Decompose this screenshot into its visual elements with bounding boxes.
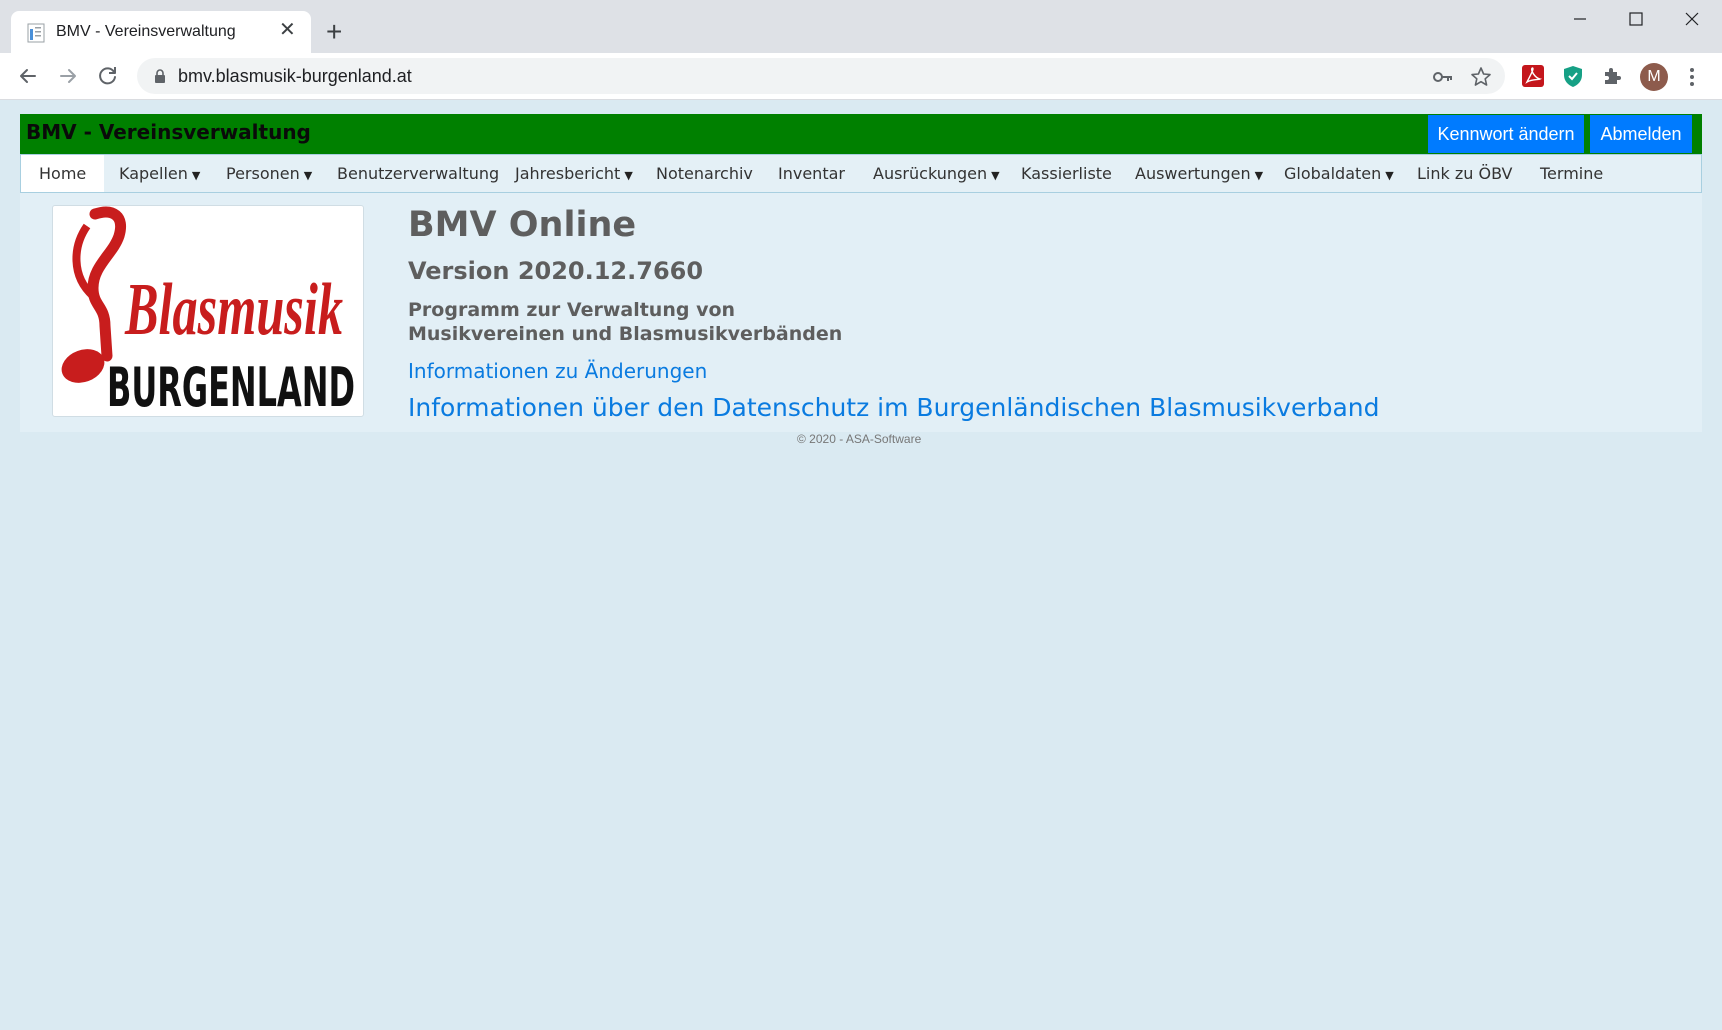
- back-arrow-icon[interactable]: [15, 63, 41, 89]
- copyright-text: © 2020 - ASA-Software: [797, 432, 922, 446]
- new-tab-button[interactable]: +: [326, 18, 342, 46]
- change-password-button[interactable]: Kennwort ändern: [1428, 115, 1584, 153]
- version-text: Version 2020.12.7660: [408, 257, 704, 285]
- nav-item-label: Inventar: [778, 164, 845, 183]
- caret-down-icon: ▼: [1385, 169, 1394, 182]
- tab-title: BMV - Vereinsverwaltung: [56, 23, 236, 40]
- privacy-info-link[interactable]: Informationen über den Datenschutz im Bu…: [408, 393, 1380, 422]
- nav-item-label: Ausrückungen: [873, 164, 988, 183]
- logout-button[interactable]: Abmelden: [1590, 115, 1692, 153]
- nav-item-globaldaten[interactable]: Globaldaten ▼: [1284, 155, 1394, 192]
- lock-icon[interactable]: [153, 68, 167, 84]
- nav-item-label: Termine: [1540, 164, 1604, 183]
- browser-titlebar: BMV - Vereinsverwaltung ✕ +: [0, 0, 1722, 53]
- page-body: BMV - Vereinsverwaltung Kennwort ändern …: [0, 100, 1722, 1030]
- extensions-puzzle-icon[interactable]: [1601, 64, 1625, 88]
- reload-icon[interactable]: [95, 63, 121, 89]
- nav-item-inventar[interactable]: Inventar: [778, 155, 845, 192]
- shield-extension-icon[interactable]: [1561, 64, 1585, 88]
- nav-item-ausrueckungen[interactable]: Ausrückungen ▼: [873, 155, 1000, 192]
- main-navbar: Home Kapellen ▼ Personen ▼ Benutzerverwalt…: [20, 154, 1702, 193]
- description-line-1: Programm zur Verwaltung von: [408, 299, 736, 321]
- logo-text-top: Blasmusik: [124, 269, 343, 351]
- tab-close-icon[interactable]: ✕: [279, 20, 296, 40]
- nav-item-label: Personen: [226, 164, 300, 183]
- caret-down-icon: ▼: [191, 169, 201, 182]
- address-bar[interactable]: bmv.blasmusik-burgenland.at: [137, 58, 1505, 94]
- nav-item-personen[interactable]: Personen ▼: [226, 155, 312, 192]
- blasmusik-burgenland-logo: Blasmusik BURGENLAND: [52, 205, 364, 419]
- browser-tab[interactable]: BMV - Vereinsverwaltung ✕: [11, 11, 311, 53]
- changes-info-link[interactable]: Informationen zu Änderungen: [408, 359, 707, 383]
- key-icon[interactable]: [1432, 66, 1454, 88]
- nav-item-kassierliste[interactable]: Kassierliste: [1021, 155, 1112, 192]
- nav-item-jahresbericht[interactable]: Jahresbericht ▼: [515, 155, 633, 192]
- bookmark-star-icon[interactable]: [1470, 66, 1492, 88]
- nav-item-label: Jahresbericht: [515, 164, 621, 183]
- nav-item-notenarchiv[interactable]: Notenarchiv: [656, 155, 753, 192]
- main-content: Blasmusik BURGENLAND BMV Online Version …: [20, 193, 1702, 432]
- logo-graphic: Blasmusik BURGENLAND: [61, 206, 355, 419]
- nav-item-termine[interactable]: Termine: [1540, 155, 1603, 192]
- nav-item-label: Kapellen: [119, 164, 188, 183]
- profile-avatar[interactable]: M: [1640, 63, 1668, 91]
- app-header: BMV - Vereinsverwaltung Kennwort ändern …: [20, 114, 1702, 154]
- browser-toolbar: bmv.blasmusik-burgenland.at M: [0, 53, 1722, 100]
- caret-down-icon: ▼: [1254, 169, 1264, 182]
- forward-arrow-icon[interactable]: [55, 63, 81, 89]
- nav-item-label: Home: [39, 164, 87, 183]
- page-heading: BMV Online: [408, 205, 637, 245]
- url-text[interactable]: bmv.blasmusik-burgenland.at: [178, 66, 412, 87]
- app-title: BMV - Vereinsverwaltung: [26, 120, 311, 144]
- caret-down-icon: ▼: [624, 169, 633, 182]
- nav-item-home[interactable]: Home: [21, 155, 105, 192]
- window-maximize-icon[interactable]: [1616, 9, 1656, 39]
- nav-item-link-oebv[interactable]: Link zu ÖBV: [1417, 155, 1513, 192]
- logo-text-bottom: BURGENLAND: [107, 356, 355, 416]
- nav-item-auswertungen[interactable]: Auswertungen ▼: [1135, 155, 1263, 192]
- nav-item-benutzerverwaltung[interactable]: Benutzerverwaltung: [337, 155, 499, 192]
- nav-item-label: Notenarchiv: [656, 164, 753, 183]
- nav-item-label: Benutzerverwaltung: [337, 164, 500, 183]
- pdf-extension-icon[interactable]: [1521, 64, 1545, 88]
- description-line-2: Musikvereinen und Blasmusikverbänden: [408, 323, 843, 345]
- nav-item-label: Link zu ÖBV: [1417, 164, 1513, 183]
- nav-item-label: Globaldaten: [1284, 164, 1382, 183]
- nav-item-label: Auswertungen: [1135, 164, 1251, 183]
- nav-item-kapellen[interactable]: Kapellen ▼: [119, 155, 200, 192]
- caret-down-icon: ▼: [303, 169, 313, 182]
- browser-menu-icon[interactable]: [1686, 65, 1698, 89]
- caret-down-icon: ▼: [991, 169, 1000, 182]
- nav-item-label: Kassierliste: [1021, 164, 1112, 183]
- window-close-icon[interactable]: [1672, 9, 1712, 39]
- page-favicon-icon: [27, 23, 45, 43]
- window-minimize-icon[interactable]: [1560, 9, 1600, 39]
